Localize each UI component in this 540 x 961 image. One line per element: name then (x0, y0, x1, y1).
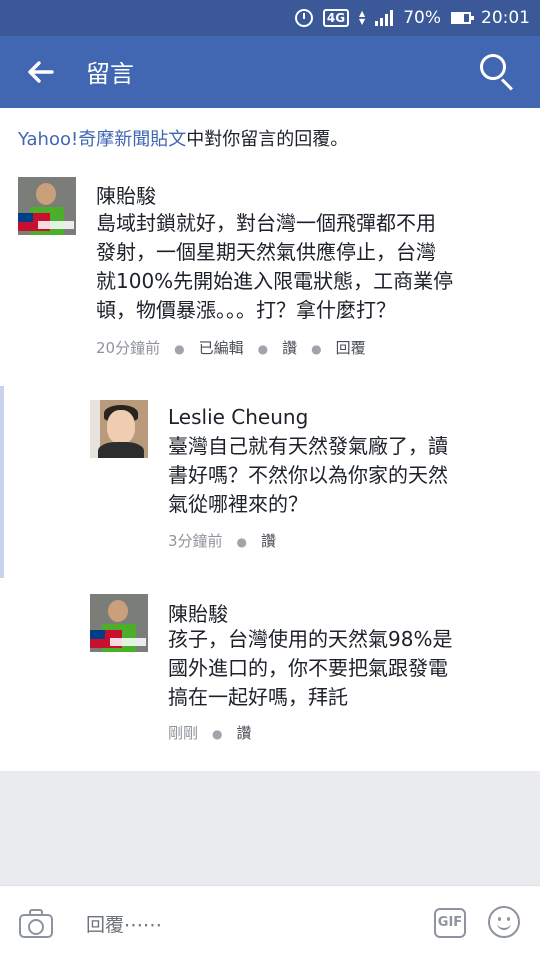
like-button[interactable]: 讚 (282, 339, 297, 357)
signal-icon (375, 10, 394, 26)
comment-time: 3分鐘前 (168, 532, 223, 550)
avatar[interactable] (90, 400, 148, 458)
comment-meta: 3分鐘前 ● 讚 (168, 530, 276, 551)
battery-percent: 70% (403, 8, 441, 28)
comment-author[interactable]: 陳貽駿 (96, 180, 156, 209)
comment-meta: 剛剛 ● 讚 (168, 722, 252, 743)
page-title: 留言 (86, 60, 134, 88)
comment-line: 島域封鎖就好，對台灣一個飛彈都不用 (96, 211, 436, 235)
edited-link[interactable]: 已編輯 (199, 339, 244, 357)
comment-author[interactable]: 陳貽駿 (168, 598, 228, 627)
comment-line: 氣從哪裡來的？ (168, 492, 308, 516)
gif-button[interactable]: GIF (434, 908, 466, 938)
avatar[interactable] (18, 177, 76, 235)
separator-dot: ● (174, 342, 185, 356)
comment-thread: Yahoo!奇摩新聞貼文中對你留言的回覆。 陳貽駿 島域封鎖就好，對台灣一個飛彈… (0, 108, 540, 771)
like-button[interactable]: 讚 (237, 724, 252, 742)
like-button[interactable]: 讚 (261, 532, 276, 550)
comment-line: 發射，一個星期天然氣供應停止，台灣 (96, 240, 436, 264)
avatar[interactable] (90, 594, 148, 652)
data-activity-icon: ▲ ▼ (359, 9, 366, 26)
camera-icon[interactable] (19, 908, 53, 938)
comment-line: 國外進口的，你不要把氣跟發電 (168, 656, 448, 680)
comment-author[interactable]: Leslie Cheung (168, 405, 308, 429)
status-bar: 4G ▲ ▼ 70% 20:01 (0, 0, 540, 36)
separator-dot: ● (212, 727, 223, 741)
post-link[interactable]: Yahoo!奇摩新聞貼文 (18, 129, 186, 150)
comment-text: 島域封鎖就好，對台灣一個飛彈都不用 發射，一個星期天然氣供應停止，台灣 就100… (96, 209, 453, 325)
reply-composer: 回覆⋯⋯ GIF (0, 885, 540, 961)
comment-line: 搞在一起好嗎，拜託 (168, 685, 348, 709)
reply-input[interactable]: 回覆⋯⋯ (86, 910, 162, 937)
reply-button[interactable]: 回覆 (336, 339, 366, 357)
alarm-icon (294, 9, 313, 27)
comment-text: 孩子，台灣使用的天然氣98%是 國外進口的，你不要把氣跟發電 搞在一起好嗎，拜託 (168, 625, 452, 712)
comment-text: 臺灣自己就有天然發氣廠了，讀 書好嗎？不然你以為你家的天然 氣從哪裡來的？ (168, 432, 448, 519)
battery-icon (451, 12, 474, 24)
reply-notice: Yahoo!奇摩新聞貼文中對你留言的回覆。 (18, 125, 348, 151)
separator-dot: ● (257, 342, 269, 356)
separator-dot: ● (311, 342, 322, 356)
network-type: 4G (322, 9, 350, 27)
comment-line: 臺灣自己就有天然發氣廠了，讀 (168, 434, 448, 458)
search-icon[interactable] (480, 54, 518, 92)
clock: 20:01 (481, 8, 530, 28)
notice-text: 中對你留言的回覆。 (186, 129, 349, 150)
comment-line: 孩子，台灣使用的天然氣98%是 (168, 627, 453, 651)
comment-line: 頓，物價暴漲。。。打？拿什麼打？ (96, 298, 396, 322)
separator-dot: ● (236, 535, 248, 549)
comment-line: 書好嗎？不然你以為你家的天然 (168, 463, 448, 487)
comment-time: 20分鐘前 (96, 339, 161, 357)
comment-meta: 20分鐘前 ● 已編輯 ● 讚 ● 回覆 (96, 337, 366, 358)
back-arrow-icon[interactable] (24, 56, 56, 88)
smile-icon[interactable] (488, 906, 520, 938)
comment-line: 就100%先開始進入限電狀態，工商業停 (96, 269, 454, 293)
highlight-bar (0, 386, 4, 578)
app-bar: 留言 (0, 36, 540, 108)
comment-time: 剛剛 (168, 724, 199, 742)
